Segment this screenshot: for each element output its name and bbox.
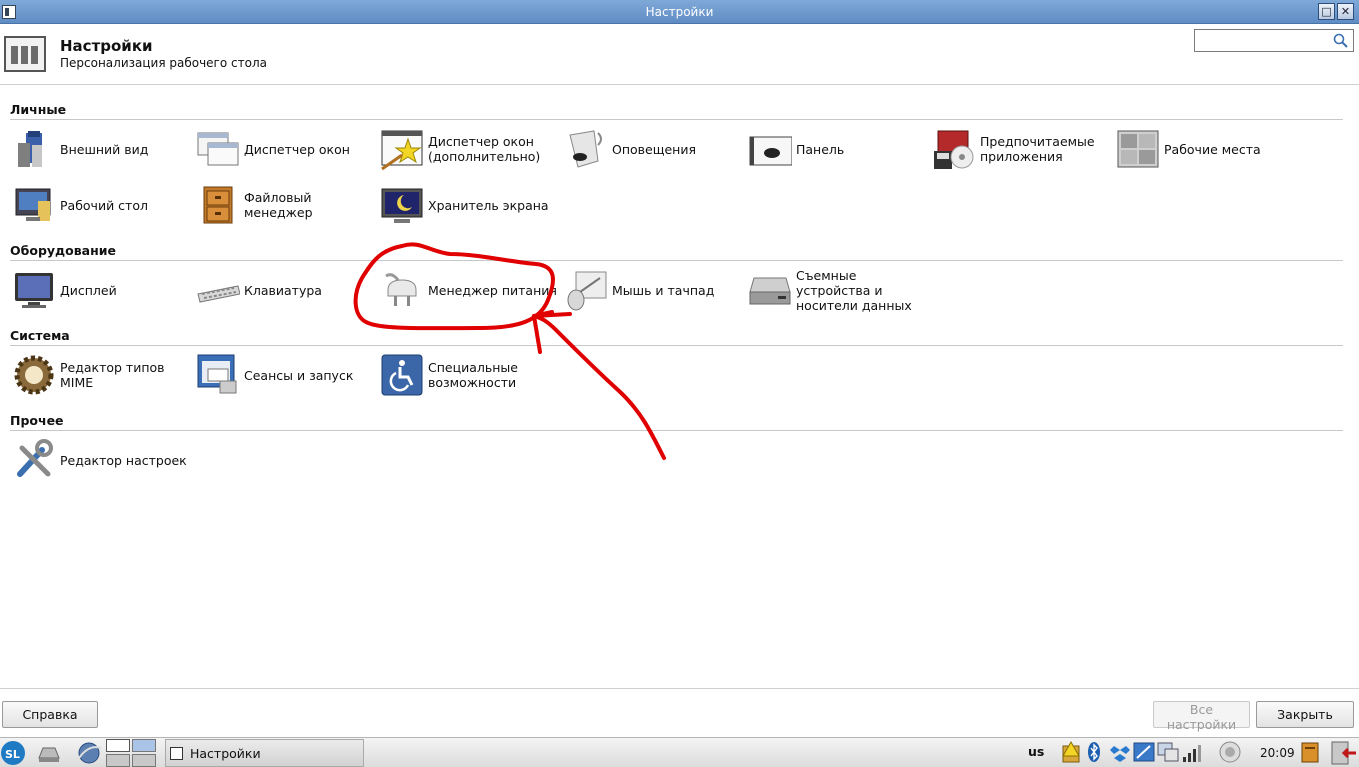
keyboard-layout-indicator[interactable]: us [1028,744,1044,759]
window-manager-tweaks-icon [380,127,424,171]
item-label: Оповещения [612,141,696,157]
item-mime-editor[interactable]: Редактор типов MIME [12,350,165,400]
item-label: Предпочитаемые приложения [980,134,1095,164]
page-subtitle: Персонализация рабочего стола [60,56,267,70]
item-desktop[interactable]: Рабочий стол [12,180,148,230]
item-mouse-touchpad[interactable]: Мышь и тачпад [564,265,714,315]
clock[interactable]: 20:09 [1260,746,1295,760]
item-removable-drives[interactable]: Съемные устройства и носители данных [748,265,912,315]
workspaces-icon [1116,127,1160,171]
item-label: Диспетчер окон [244,141,350,157]
item-window-manager-tweaks[interactable]: Диспетчер окон (дополнительно) [380,124,540,174]
item-window-manager[interactable]: Диспетчер окон [196,124,350,174]
item-label: Рабочий стол [60,197,148,213]
item-label: Съемные устройства и носители данных [796,267,912,313]
file-manager-icon [196,183,240,227]
svg-text:SL: SL [5,748,20,761]
appearance-icon [12,127,56,171]
item-label: Диспетчер окон (дополнительно) [428,134,541,164]
signal-strength-icon[interactable] [1182,740,1202,764]
item-workspaces[interactable]: Рабочие места [1116,124,1261,174]
taskbar-window-label: Настройки [190,745,261,761]
item-label: Специальные возможности [428,360,518,390]
network-icon[interactable] [1133,740,1155,764]
close-window-button[interactable]: ✕ [1337,3,1354,20]
item-label: Внешний вид [60,141,149,157]
volume-icon[interactable] [1218,740,1242,764]
item-label: Файловый менеджер [244,190,313,220]
window-title: Настройки [645,5,714,19]
item-label: Редактор типов MIME [60,360,165,390]
item-label: Менеджер питания [428,282,557,298]
item-screensaver[interactable]: Хранитель экрана [380,180,549,230]
item-preferred-apps[interactable]: Предпочитаемые приложения [932,124,1095,174]
settings-manager-icon [4,36,46,72]
help-button[interactable]: Справка [2,701,98,728]
item-label: Дисплей [60,282,117,298]
mime-gear-icon [12,353,56,397]
dropbox-icon[interactable] [1110,740,1130,764]
item-label: Мышь и тачпад [612,282,715,298]
item-file-manager[interactable]: Файловый менеджер [196,180,313,230]
screensaver-icon [380,183,424,227]
maximize-button[interactable]: □ [1318,3,1335,20]
taskbar-window-settings[interactable]: Настройки [165,739,364,767]
item-label: Панель [796,141,845,157]
item-keyboard[interactable]: Клавиатура [196,265,322,315]
item-panel[interactable]: Панель [748,124,844,174]
panel-icon [748,127,792,171]
browser-icon[interactable] [76,740,102,766]
display-settings-icon[interactable] [1157,740,1179,764]
item-settings-editor[interactable]: Редактор настроек [12,435,187,485]
taskbar: SL Настройки us 20:09 [0,737,1359,767]
accessibility-icon [380,353,424,397]
section-personal-title: Личные [10,102,1343,120]
display-icon [12,268,56,312]
window-manager-icon [196,127,240,171]
settings-header: Настройки Персонализация рабочего стола [0,24,1359,85]
search-input[interactable] [1194,29,1354,52]
mouse-icon [564,268,608,312]
item-notifications[interactable]: Оповещения [564,124,696,174]
bluetooth-icon[interactable] [1086,740,1102,764]
item-label: Рабочие места [1164,141,1261,157]
update-warning-icon[interactable] [1061,740,1081,764]
section-hardware-title: Оборудование [10,243,1343,261]
workspace-switcher[interactable] [106,739,156,767]
item-label: Редактор настроек [60,452,187,468]
item-label: Сеансы и запуск [244,367,354,383]
preferred-apps-icon [932,127,976,171]
sessions-icon [196,353,240,397]
item-appearance[interactable]: Внешний вид [12,124,148,174]
logout-icon[interactable] [1330,740,1358,766]
settings-window-icon [170,747,183,760]
all-settings-button[interactable]: Все настройки [1153,701,1250,732]
item-display[interactable]: Дисплей [12,265,117,315]
show-desktop-icon[interactable] [36,740,62,766]
start-menu-icon[interactable]: SL [0,740,26,766]
section-other-title: Прочее [10,413,1343,431]
settings-editor-icon [12,438,56,482]
power-plug-icon [380,268,424,312]
keyboard-icon [196,268,240,312]
section-system-title: Система [10,328,1343,346]
item-sessions[interactable]: Сеансы и запуск [196,350,353,400]
item-label: Хранитель экрана [428,197,549,213]
search-icon[interactable] [1333,33,1348,48]
notifications-icon [564,127,608,171]
item-label: Клавиатура [244,282,322,298]
notes-icon[interactable] [1300,740,1320,764]
footer-divider [0,688,1359,689]
removable-drive-icon [748,268,792,312]
desktop-icon [12,183,56,227]
item-accessibility[interactable]: Специальные возможности [380,350,518,400]
window-titlebar[interactable]: Настройки □ ✕ [0,0,1359,24]
item-power-manager[interactable]: Менеджер питания [380,265,557,315]
page-title: Настройки [60,37,153,55]
close-button[interactable]: Закрыть [1256,701,1354,728]
